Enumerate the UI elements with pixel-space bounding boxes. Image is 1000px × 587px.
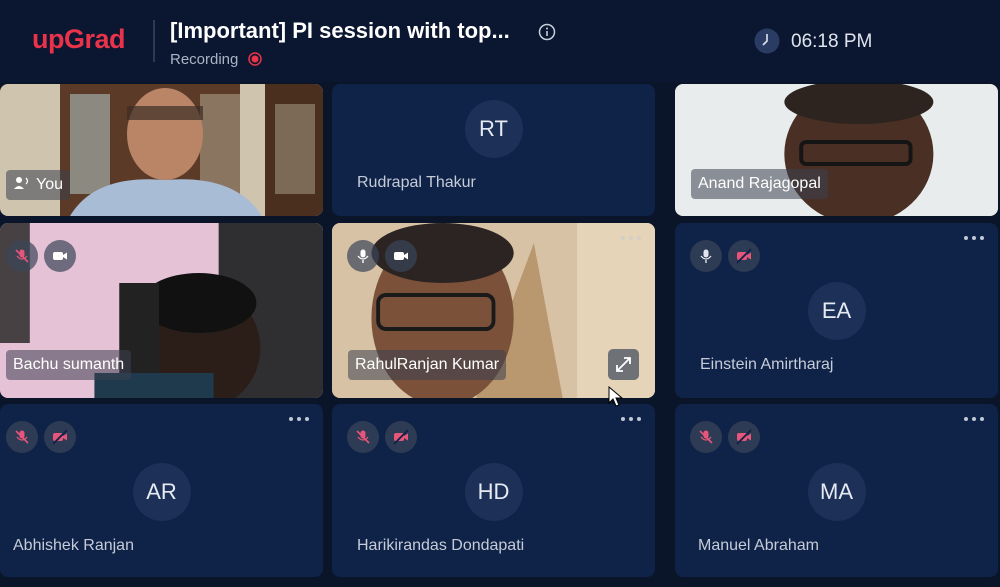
more-options-icon[interactable]: [964, 414, 986, 424]
camera-off-icon[interactable]: [728, 240, 760, 272]
microphone-muted-icon[interactable]: [6, 240, 38, 272]
participant-name: Einstein Amirtharaj: [700, 356, 834, 373]
microphone-muted-icon[interactable]: [347, 421, 379, 453]
participant-tile[interactable]: HD Harikirandas Dondapati: [332, 404, 655, 577]
info-icon[interactable]: [538, 23, 556, 41]
participant-tile[interactable]: RahulRanjan Kumar: [332, 223, 655, 398]
microphone-icon[interactable]: [690, 240, 722, 272]
microphone-icon[interactable]: [347, 240, 379, 272]
participant-name: Anand Rajagopal: [691, 169, 828, 199]
participant-avatar: HD: [464, 463, 523, 521]
participant-name: You: [36, 176, 63, 193]
more-options-icon[interactable]: [964, 233, 986, 243]
microphone-muted-icon[interactable]: [6, 421, 38, 453]
recording-label: Recording: [170, 51, 239, 68]
camera-off-icon[interactable]: [385, 421, 417, 453]
clock-icon: [754, 28, 780, 54]
participant-name: Abhishek Ranjan: [13, 537, 134, 554]
participant-tile-you[interactable]: You: [0, 84, 323, 216]
mouse-cursor-icon: [608, 386, 624, 407]
participant-tile[interactable]: Bachu sumanth: [0, 223, 323, 398]
participant-tile[interactable]: RT Rudrapal Thakur: [332, 84, 655, 216]
participant-tile[interactable]: MA Manuel Abraham: [675, 404, 998, 577]
more-options-icon[interactable]: [621, 414, 643, 424]
expand-icon[interactable]: [608, 349, 639, 380]
participant-tile[interactable]: Anand Rajagopal: [675, 84, 998, 216]
participant-name-tag: You: [6, 170, 70, 200]
participant-name: Rudrapal Thakur: [357, 174, 476, 191]
participant-name: Bachu sumanth: [6, 350, 132, 380]
microphone-muted-icon[interactable]: [690, 421, 722, 453]
camera-icon[interactable]: [385, 240, 417, 272]
clock-time: 06:18 PM: [791, 31, 873, 52]
participant-avatar: AR: [132, 463, 191, 521]
record-dot-icon: [248, 52, 262, 66]
participant-avatar: MA: [807, 463, 866, 521]
participant-avatar: RT: [464, 100, 523, 158]
participant-tile[interactable]: AR Abhishek Ranjan: [0, 404, 323, 577]
camera-icon[interactable]: [44, 240, 76, 272]
meeting-title: [Important] PI session with top...: [170, 18, 510, 43]
meeting-header: upGrad [Important] PI session with top..…: [0, 0, 1000, 82]
header-divider: [153, 20, 155, 62]
upgrad-logo: upGrad: [32, 24, 126, 54]
camera-off-icon[interactable]: [44, 421, 76, 453]
more-options-icon[interactable]: [621, 233, 643, 243]
speaker-person-icon: [14, 177, 29, 189]
participant-name: Harikirandas Dondapati: [357, 537, 525, 554]
participant-name: Manuel Abraham: [698, 537, 819, 554]
camera-off-icon[interactable]: [728, 421, 760, 453]
participant-avatar: EA: [807, 282, 866, 340]
more-options-icon[interactable]: [289, 414, 311, 424]
participant-tile[interactable]: EA Einstein Amirtharaj: [675, 223, 998, 398]
participant-name: RahulRanjan Kumar: [348, 350, 507, 380]
